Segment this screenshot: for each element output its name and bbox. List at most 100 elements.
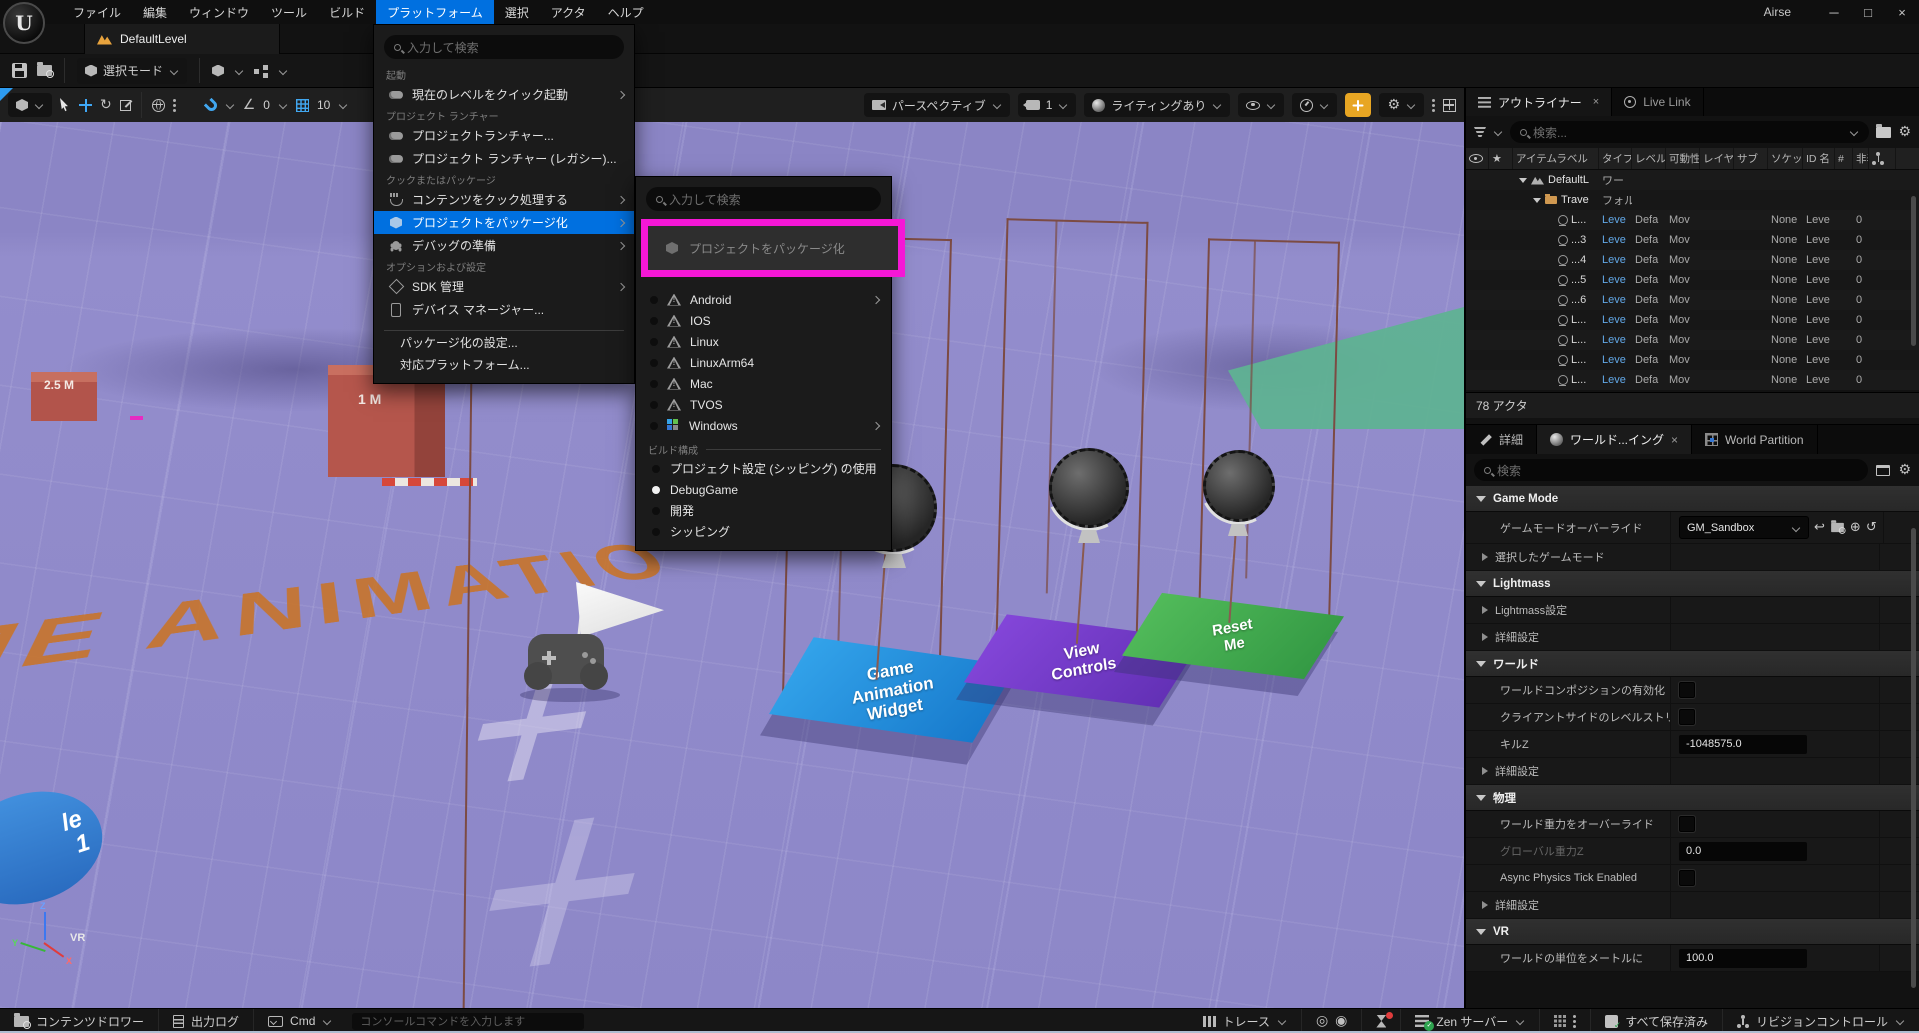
game-mode-dropdown[interactable]: GM_Sandbox [1679, 516, 1809, 539]
menu-item[interactable]: クックまたはパッケージ [374, 170, 634, 188]
column-header[interactable]: ID 名 [1803, 148, 1835, 169]
camera-sphere[interactable] [1049, 448, 1129, 528]
outliner-settings-gear-icon[interactable]: ⚙ [1898, 125, 1911, 139]
angle-snap-value[interactable]: 0 [263, 98, 270, 112]
row-type[interactable]: Leve [1602, 274, 1626, 286]
perspective-dropdown[interactable]: パースペクティブ [864, 93, 1010, 117]
build-config-item[interactable]: シッピング [636, 521, 891, 542]
menubar-item[interactable]: ファイル [62, 0, 132, 24]
collapse-arrow-icon[interactable] [1476, 581, 1486, 587]
cmd-dropdown[interactable]: Cmd [254, 1009, 346, 1033]
favorite-column-header[interactable]: ★ [1489, 148, 1513, 169]
pin-column-header[interactable] [1869, 148, 1896, 169]
gamepad-prop[interactable] [528, 634, 604, 684]
pending-tasks-button[interactable] [1362, 1009, 1401, 1033]
content-browser-icon[interactable] [37, 65, 52, 76]
property-row[interactable]: ゲームモードオーバーライド GM_Sandbox GM_Sandbox ↩ [1466, 512, 1919, 544]
menu-item[interactable]: プロジェクト ランチャー [374, 106, 634, 124]
row-type[interactable]: Leve [1602, 374, 1626, 386]
property-row[interactable]: VR ↩ ⊕ ↺ [1466, 919, 1919, 945]
snapshot-icon[interactable]: ◉ [1335, 1014, 1347, 1028]
checkbox[interactable] [1679, 870, 1695, 886]
menu-item[interactable]: コンテンツをクック処理する [374, 188, 634, 211]
menu-item[interactable]: パッケージ化の設定... [374, 331, 634, 353]
column-header[interactable]: レイヤ [1700, 148, 1734, 169]
row-label-cell[interactable]: L... [1513, 314, 1599, 326]
platform-item[interactable]: TVOS [636, 394, 891, 415]
checkbox[interactable] [1679, 709, 1695, 725]
visibility-column-header[interactable] [1466, 148, 1489, 169]
column-header[interactable]: # [1835, 148, 1853, 169]
add-actor-icon[interactable] [212, 65, 224, 77]
level-tab[interactable]: DefaultLevel [84, 24, 280, 54]
menu-item[interactable]: SDK 管理 [374, 275, 634, 298]
property-row[interactable]: 詳細設定 ↩ ⊕ ↺ [1466, 758, 1919, 785]
property-row[interactable]: 物理 ↩ ⊕ ↺ [1466, 785, 1919, 811]
row-type[interactable]: フォル [1602, 195, 1632, 207]
platform-item[interactable]: Linux [636, 331, 891, 352]
output-log-button[interactable]: 出力ログ [159, 1009, 254, 1033]
console-command-input[interactable]: コンソールコマンドを入力します [352, 1013, 584, 1030]
scale-tool-icon[interactable] [120, 100, 131, 111]
property-row[interactable]: グローバル重力Z 0.0 0.0 ↩ ⊕ [1466, 838, 1919, 865]
menubar-item[interactable]: ウィンドウ [178, 0, 260, 24]
column-header[interactable]: レベル [1632, 148, 1666, 169]
build-config-item[interactable]: プロジェクト設定 (シッピング) の使用 [636, 458, 891, 479]
tab-outliner[interactable]: アウトライナー × [1466, 88, 1612, 116]
zen-server-dropdown[interactable]: Zen サーバー [1401, 1009, 1540, 1033]
platform-item[interactable]: LinuxArm64 [636, 352, 891, 373]
property-row[interactable]: キルZ -1048575.0 -1048575.0 ↩ ⊕ [1466, 731, 1919, 758]
blueprint-icon[interactable] [254, 65, 268, 77]
menubar-item[interactable]: ビルド [318, 0, 376, 24]
property-row[interactable]: ワールドコンポジションの有効化 ↩ ⊕ [1466, 677, 1919, 704]
checkbox[interactable] [1679, 682, 1695, 698]
add-new-icon[interactable]: ⊕ [1850, 520, 1861, 535]
row-type[interactable]: Leve [1602, 314, 1626, 326]
filter-icon[interactable] [1474, 127, 1486, 137]
table-row[interactable]: L... Leve Defa Mov None Leve 0 [1466, 210, 1919, 230]
build-config-item[interactable]: DebugGame [636, 479, 891, 500]
viewport-more-icon[interactable] [1432, 99, 1435, 112]
collapse-arrow-icon[interactable] [1476, 929, 1486, 935]
row-type[interactable]: ワー [1602, 175, 1624, 187]
property-row[interactable]: ワールドの単位をメートルに 100.0 100.0 ↩ ⊕ [1466, 945, 1919, 972]
property-row[interactable]: 詳細設定 ↩ ⊕ ↺ [1466, 892, 1919, 919]
details-scrollbar[interactable] [1911, 528, 1916, 988]
more-options-icon[interactable] [173, 99, 176, 112]
viewport-settings-dropdown[interactable]: ⚙ [1379, 93, 1424, 117]
row-label-cell[interactable]: DefaultL [1513, 174, 1599, 186]
platform-item[interactable]: Windows [636, 415, 891, 436]
expand-arrow-icon[interactable] [1482, 767, 1488, 775]
details-settings-gear-icon[interactable]: ⚙ [1898, 463, 1911, 477]
property-row[interactable]: Lightmass設定 ↩ ⊕ ↺ [1466, 597, 1919, 624]
menu-item[interactable]: オプションおよび設定 [374, 257, 634, 275]
details-search-input[interactable]: 検索 [1474, 459, 1868, 481]
menu-item[interactable]: デバイス マネージャー... [374, 298, 634, 321]
use-selected-icon[interactable]: ↩ [1814, 520, 1825, 535]
more-options-icon[interactable] [1573, 1015, 1576, 1028]
column-header[interactable]: 非表 [1853, 148, 1869, 169]
menu-item[interactable]: プロジェクト ランチャー (レガシー)... [374, 147, 634, 170]
menubar-item[interactable]: 選択 [494, 0, 540, 24]
row-label-cell[interactable]: L... [1513, 214, 1599, 226]
property-row[interactable]: Async Physics Tick Enabled ↩ ⊕ [1466, 865, 1919, 892]
menubar-item[interactable]: 編集 [132, 0, 178, 24]
platform-item[interactable]: Mac [636, 373, 891, 394]
save-status-button[interactable]: すべて保存済み [1591, 1009, 1723, 1033]
select-tool-icon[interactable] [60, 98, 71, 112]
property-row[interactable]: 詳細設定 ↩ ⊕ ↺ [1466, 624, 1919, 651]
show-flags-dropdown[interactable] [1238, 93, 1284, 117]
row-type[interactable]: Leve [1602, 334, 1626, 346]
row-label-cell[interactable]: L... [1513, 334, 1599, 346]
property-row[interactable]: Game Mode ↩ ⊕ ↺ [1466, 486, 1919, 512]
row-label-cell[interactable]: L... [1513, 374, 1599, 386]
column-header[interactable]: サブ [1734, 148, 1768, 169]
table-row[interactable]: L... Leve Defa Mov None Leve 0 [1466, 330, 1919, 350]
derived-data-button[interactable] [1540, 1009, 1591, 1033]
expand-arrow-icon[interactable] [1482, 633, 1488, 641]
collapse-arrow-icon[interactable] [1476, 496, 1486, 502]
row-label-cell[interactable]: Trave [1513, 194, 1599, 206]
row-label-cell[interactable]: L... [1513, 354, 1599, 366]
platform-menu-search-input[interactable]: 入力して検索 [384, 35, 624, 59]
property-row[interactable]: クライアントサイドのレベルストリーミ... ↩ ⊕ [1466, 704, 1919, 731]
